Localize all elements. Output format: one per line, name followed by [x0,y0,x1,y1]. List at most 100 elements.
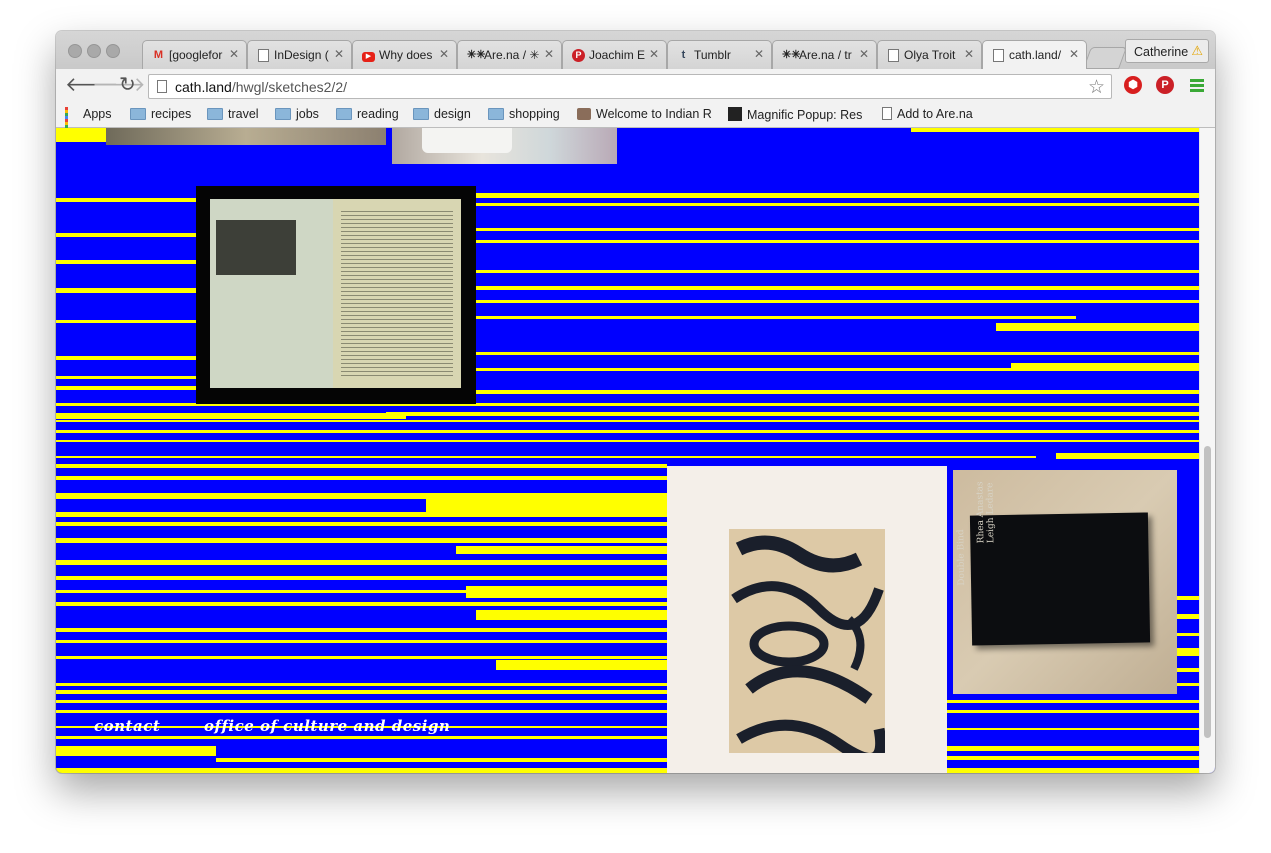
open-book-photo [196,186,476,404]
tab-tumblr[interactable]: t Tumblr ✕ [667,40,772,69]
yellow-stripe [947,710,1200,713]
yellow-stripe [56,260,196,264]
close-tab-icon[interactable]: ✕ [544,47,554,61]
close-window-button[interactable] [68,44,82,58]
pinterest-icon: P [572,49,585,62]
bookmark-reading[interactable]: reading [336,107,399,124]
close-tab-icon[interactable]: ✕ [229,47,239,61]
minimize-window-button[interactable] [87,44,101,58]
yellow-stripe [466,586,667,598]
close-tab-icon[interactable]: ✕ [649,47,659,61]
bookmark-jobs[interactable]: jobs [275,107,319,124]
top-image-partial-2 [392,128,617,164]
bookmark-magnific-popup[interactable]: Magnific Popup: Res [728,107,862,124]
close-tab-icon[interactable]: ✕ [334,47,344,61]
folder-icon [336,108,352,120]
tab-cath-land[interactable]: cath.land/ ✕ [982,40,1087,69]
pinterest-icon[interactable]: P [1156,76,1174,94]
book-title: Double Bind [956,529,968,586]
bookmark-travel[interactable]: travel [207,107,259,124]
yellow-stripe [56,356,196,360]
yellow-stripe [1177,633,1200,636]
close-tab-icon[interactable]: ✕ [439,47,449,61]
close-tab-icon[interactable]: ✕ [964,47,974,61]
abstract-book-cover-photo [667,466,947,773]
bookmark-design[interactable]: design [413,107,471,124]
yellow-stripe [476,300,1200,303]
tab-arena[interactable]: ✳✳ Are.na / ✳ ✕ [457,40,562,69]
browser-window: M [googlefor ✕ InDesign ( ✕ ▶ Why does ✕… [56,31,1215,773]
reload-button[interactable]: ↻ [119,75,136,95]
yellow-stripe [56,700,667,703]
yellow-stripe [56,376,196,379]
tab-title: Olya Troit [904,48,956,62]
yellow-stripe [1177,668,1200,672]
menu-icon[interactable] [1190,79,1204,93]
profile-name: Catherine [1134,45,1189,59]
tab-olya[interactable]: Olya Troit ✕ [877,40,982,69]
yellow-stripe [56,560,667,565]
yellow-stripe [56,413,406,419]
bookmark-apps[interactable]: Apps [65,107,112,134]
yellow-stripe [947,700,1200,703]
scrollbar-thumb[interactable] [1204,446,1211,738]
tab-title: Are.na / tr [799,48,852,62]
bookmark-star-icon[interactable]: ☆ [1088,76,1105,99]
zoom-window-button[interactable] [106,44,120,58]
site-icon [577,108,591,120]
bookmark-shopping[interactable]: shopping [488,107,560,124]
office-of-culture-link[interactable]: office of culture and design [204,717,450,735]
site-icon [728,107,742,121]
yellow-stripe [56,512,667,517]
tab-strip: M [googlefor ✕ InDesign ( ✕ ▶ Why does ✕… [56,31,1215,69]
folder-icon [207,108,223,120]
yellow-stripe [56,440,1200,442]
contact-link[interactable]: contact [94,717,160,735]
warning-icon: ⚠ [1191,43,1203,58]
yellow-stripe [56,522,667,526]
page-icon [882,107,892,120]
yellow-stripe [56,320,196,323]
tumblr-icon: t [681,49,686,61]
page-icon [157,80,167,93]
double-bind-book-photo: Double Bind Rhea Anastas Leigh Ledare [953,470,1177,694]
new-tab-button[interactable] [1082,47,1128,69]
yellow-stripe [56,768,667,773]
bookmark-indian-recipes[interactable]: Welcome to Indian R [577,107,712,124]
folder-icon [488,108,504,120]
adblock-icon[interactable]: ⬢ [1124,76,1142,94]
tab-pinterest[interactable]: P Joachim E ✕ [562,40,667,69]
yellow-stripe [216,758,667,762]
yellow-stripe [426,498,667,513]
tab-gmail[interactable]: M [googlefor ✕ [142,40,247,69]
yellow-stripe [476,203,1200,206]
tab-indesign[interactable]: InDesign ( ✕ [247,40,352,69]
scrollbar[interactable] [1199,128,1215,773]
tab-arena-2[interactable]: ✳✳ Are.na / tr ✕ [772,40,877,69]
close-tab-icon[interactable]: ✕ [1069,47,1079,61]
yellow-stripe [947,728,1200,730]
bookmark-add-to-arena[interactable]: Add to Are.na [882,107,973,124]
yellow-stripe [386,412,1200,416]
yellow-stripe [1177,648,1200,656]
yellow-stripe [56,456,1036,458]
close-tab-icon[interactable]: ✕ [859,47,869,61]
yellow-stripe [996,323,1200,331]
url-text: cath.land/hwgl/sketches2/2/ [175,79,347,95]
bookmarks-bar: Apps recipes travel jobs reading design … [56,104,1215,134]
address-bar[interactable]: cath.land/hwgl/sketches2/2/ ☆ [148,74,1112,99]
yellow-stripe [56,683,667,686]
bookmark-recipes[interactable]: recipes [130,107,191,124]
toolbar: 🡐 🡒 ↻ cath.land/hwgl/sketches2/2/ ☆ ⬢ P [56,69,1215,104]
apps-icon [65,107,78,134]
tab-title: Tumblr [694,48,731,62]
yellow-stripe [476,610,667,620]
yellow-stripe [947,756,1200,760]
yellow-stripe [476,240,1200,243]
tab-youtube[interactable]: ▶ Why does ✕ [352,40,457,69]
yellow-stripe [56,656,667,659]
yellow-stripe [56,464,667,468]
close-tab-icon[interactable]: ✕ [754,47,764,61]
yellow-stripe [476,390,1200,394]
profile-button[interactable]: Catherine ⚠ [1125,39,1209,63]
